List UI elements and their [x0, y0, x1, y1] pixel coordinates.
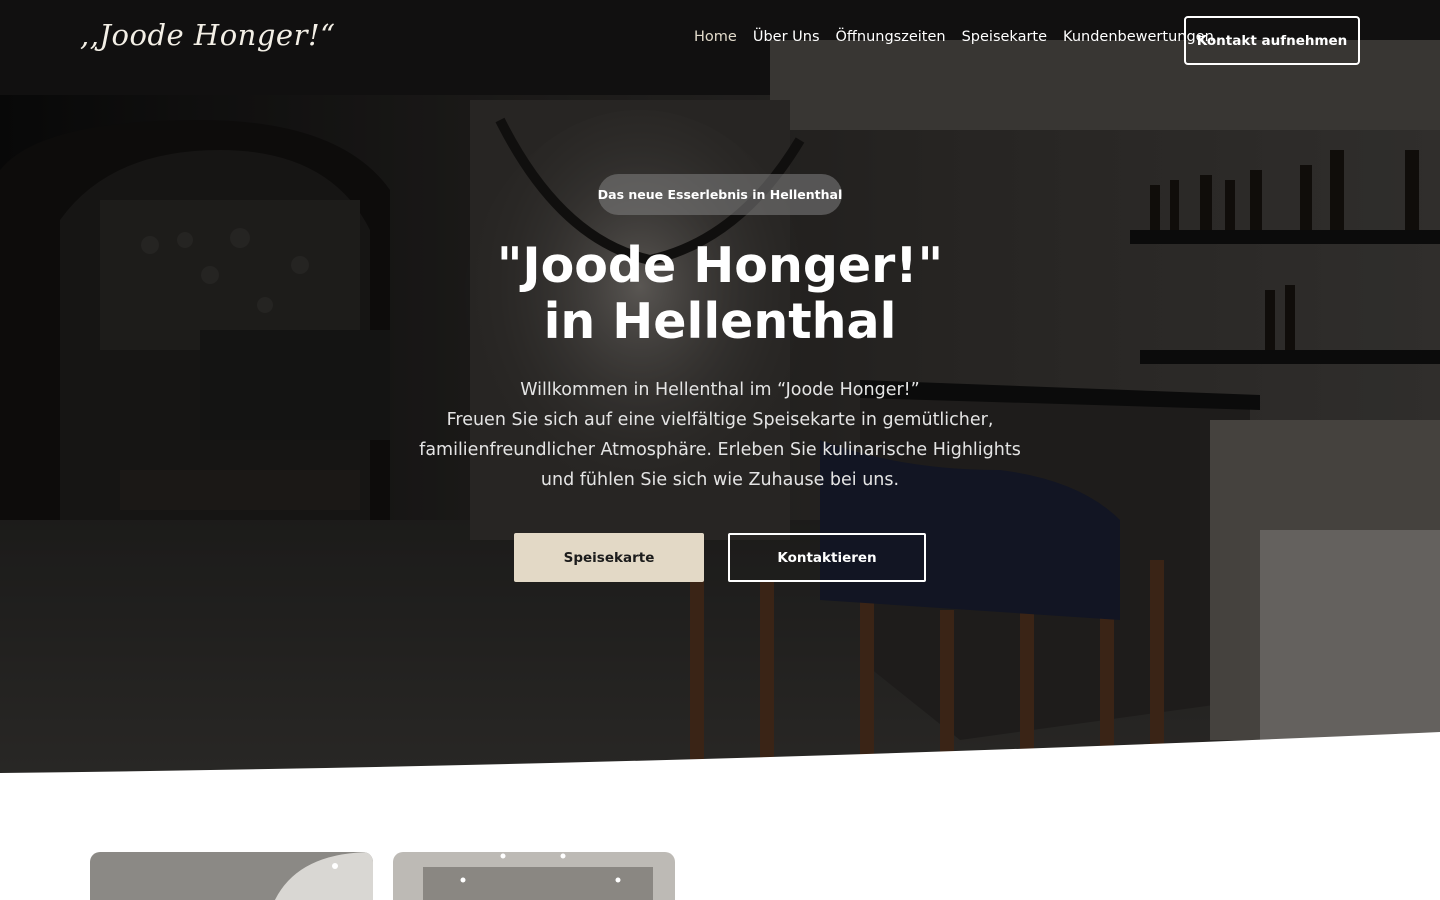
- nav-item-ueber-uns[interactable]: Über Uns: [745, 29, 828, 53]
- nav-item-oeffnungszeiten[interactable]: Öffnungszeiten: [828, 29, 954, 53]
- hero-title-line: "Joode Honger!": [496, 237, 944, 294]
- nav-item-speisekarte[interactable]: Speisekarte: [954, 29, 1055, 53]
- hero-intro-line: Willkommen in Hellenthal im “Joode Honge…: [520, 380, 920, 400]
- nav-links: Home Über Uns Öffnungszeiten Speisekarte…: [686, 29, 1222, 53]
- hero-section: ,,Joode Honger!“ Home Über Uns Öffnungsz…: [0, 0, 1440, 900]
- hero-intro-line: familienfreundlicher Atmosphäre. Erleben…: [419, 440, 1021, 460]
- hero-intro-line: Freuen Sie sich auf eine vielfältige Spe…: [446, 410, 994, 430]
- contact-button[interactable]: Kontakt aufnehmen: [1184, 16, 1360, 65]
- navbar: ,,Joode Honger!“ Home Über Uns Öffnungsz…: [0, 0, 1440, 80]
- hero-badge: Das neue Esserlebnis in Hellenthal: [598, 174, 842, 215]
- menu-button[interactable]: Speisekarte: [514, 533, 704, 582]
- gallery-image-2: [393, 852, 675, 900]
- hero-intro-line: und fühlen Sie sich wie Zuhause bei uns.: [540, 470, 900, 490]
- gallery-image-1: [90, 852, 373, 900]
- nav-item-home[interactable]: Home: [686, 29, 745, 53]
- hero-title: "Joode Honger!" in Hellenthal: [320, 238, 1120, 350]
- brand-logo[interactable]: ,,Joode Honger!“: [80, 18, 335, 52]
- hero-title-line: in Hellenthal: [543, 293, 897, 350]
- hero-intro: Willkommen in Hellenthal im “Joode Honge…: [380, 375, 1060, 495]
- contact-hero-button[interactable]: Kontaktieren: [728, 533, 926, 582]
